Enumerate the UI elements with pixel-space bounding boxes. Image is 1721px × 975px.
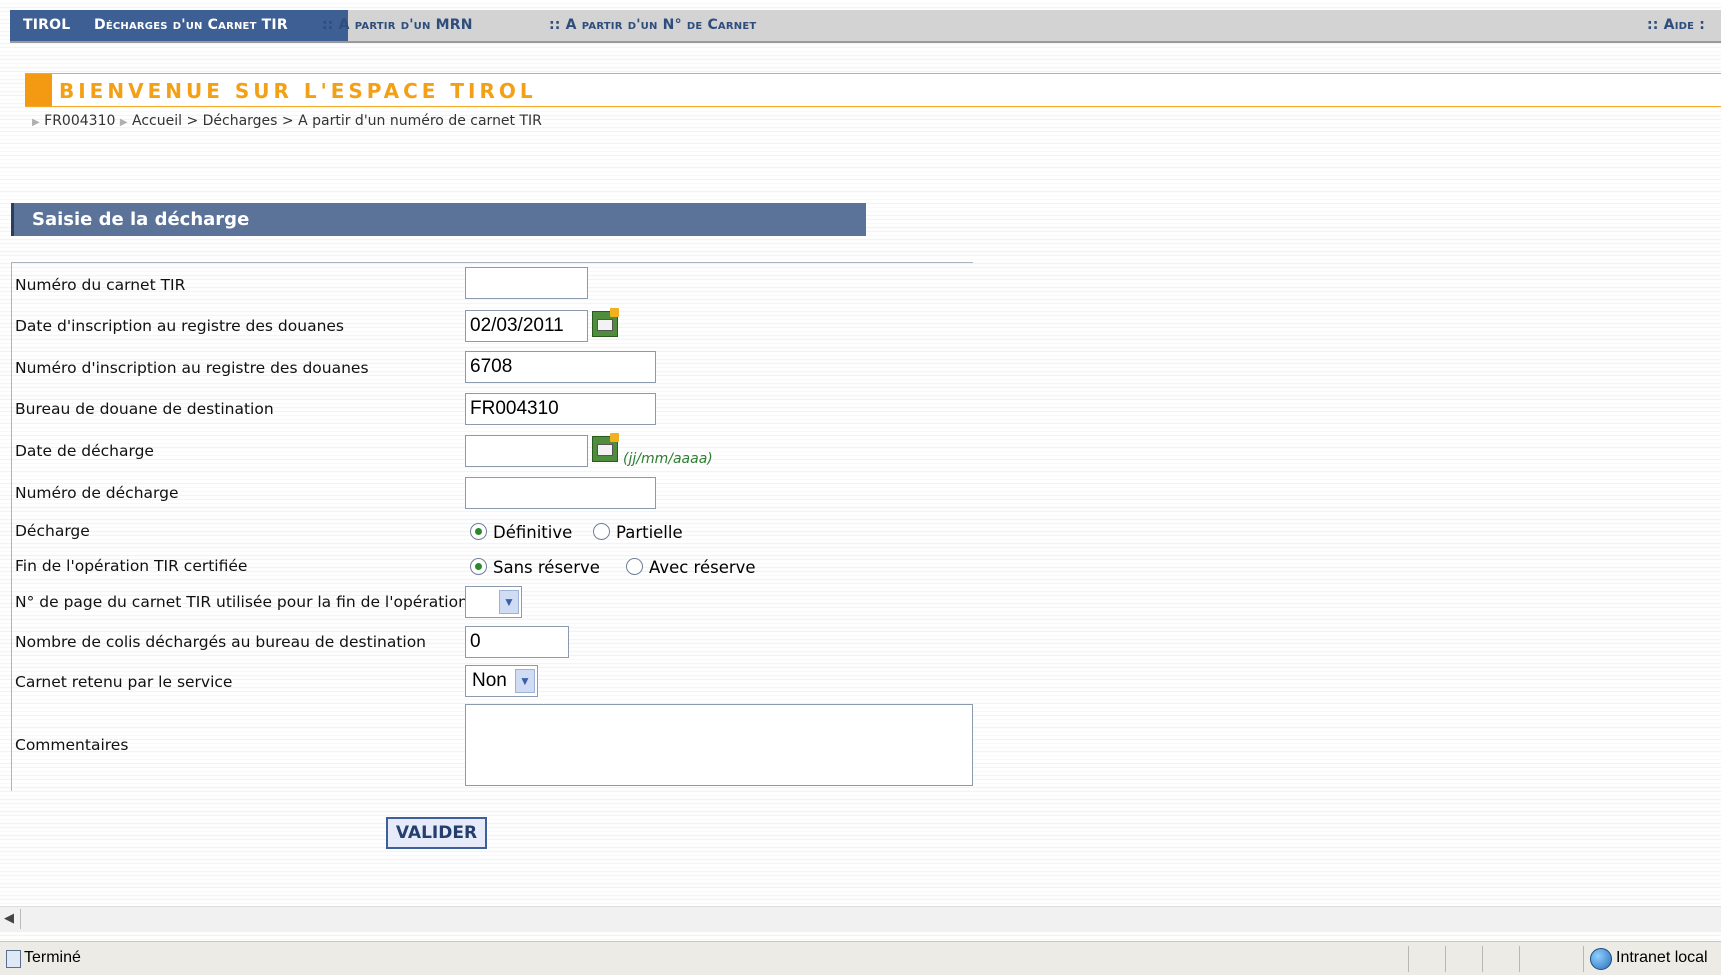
horizontal-scrollbar[interactable]: ◀	[0, 906, 1721, 932]
scroll-left-icon[interactable]: ◀	[4, 911, 14, 926]
carnet-label: Numéro du carnet TIR	[15, 276, 186, 294]
radio-checked-icon[interactable]	[470, 558, 487, 575]
date-decharge-input[interactable]	[465, 435, 588, 467]
status-divider	[1482, 946, 1483, 972]
menu-link-mrn[interactable]: :: A partir d'un MRN	[322, 17, 473, 33]
carnet-retenu-value: Non	[472, 670, 507, 691]
date-inscription-label: Date d'inscription au registre des douan…	[15, 317, 345, 335]
num-decharge-label: Numéro de décharge	[15, 484, 179, 502]
num-inscription-label: Numéro d'inscription au registre des dou…	[15, 359, 369, 377]
radio-unchecked-icon[interactable]	[626, 558, 643, 575]
colis-label: Nombre de colis déchargés au bureau de d…	[15, 633, 427, 651]
calendar-icon[interactable]	[592, 308, 619, 337]
menu-link-aide[interactable]: :: Aide :	[1647, 17, 1705, 33]
fin-operation-label: Fin de l'opération TIR certifiée	[15, 557, 248, 575]
decharge-type-label: Décharge	[15, 522, 90, 540]
carnet-retenu-select[interactable]: Non ▼	[465, 665, 538, 697]
menu-decharges-carnet[interactable]: Décharges d'un Carnet TIR	[94, 17, 288, 33]
valider-button[interactable]: VALIDER	[386, 817, 487, 849]
page-carnet-select[interactable]: ▼	[465, 586, 522, 618]
section-header: Saisie de la décharge	[11, 203, 866, 236]
carnet-retenu-label: Carnet retenu par le service	[15, 673, 233, 691]
decharge-form: Numéro du carnet TIR Date d'inscription …	[11, 262, 973, 791]
colis-input[interactable]: 0	[465, 626, 569, 658]
carnet-input[interactable]	[465, 267, 588, 299]
status-divider	[1583, 946, 1584, 972]
status-divider	[1519, 946, 1520, 972]
welcome-title: BIENVENUE SUR L'ESPACE TIROL	[59, 79, 537, 103]
num-decharge-input[interactable]	[465, 477, 656, 509]
banner-accent-block	[25, 74, 52, 106]
page-icon	[6, 950, 21, 968]
status-text: Terminé	[24, 949, 81, 966]
chevron-down-icon[interactable]: ▼	[499, 590, 519, 614]
chevron-down-icon[interactable]: ▼	[515, 669, 535, 693]
scroll-track[interactable]	[20, 909, 21, 929]
radio-checked-icon[interactable]	[470, 523, 487, 540]
radio-partielle[interactable]: Partielle	[593, 523, 683, 542]
commentaires-label: Commentaires	[15, 736, 129, 754]
radio-avec-reserve-label: Avec réserve	[649, 558, 756, 577]
breadcrumb-arrow-icon: ▶	[32, 117, 40, 128]
security-zone: Intranet local	[1616, 949, 1708, 966]
bureau-input[interactable]: FR004310	[465, 393, 656, 425]
breadcrumb-office[interactable]: FR004310	[44, 113, 115, 129]
status-divider	[1445, 946, 1446, 972]
radio-sans-reserve-label: Sans réserve	[493, 558, 600, 577]
date-format-hint: (jj/mm/aaaa)	[623, 451, 713, 467]
welcome-banner: BIENVENUE SUR L'ESPACE TIROL	[25, 73, 1721, 107]
breadcrumb: ▶ FR004310 ▶ Accueil > Décharges > A par…	[32, 113, 542, 129]
bureau-label: Bureau de douane de destination	[15, 400, 274, 418]
date-inscription-input[interactable]: 02/03/2011	[465, 310, 588, 342]
globe-icon	[1590, 948, 1612, 970]
browser-status-bar: Terminé Intranet local	[0, 941, 1721, 975]
top-menu-bar: TIROL Décharges d'un Carnet TIR :: A par…	[10, 10, 1721, 43]
section-title: Saisie de la décharge	[32, 209, 250, 230]
radio-partielle-label: Partielle	[616, 523, 683, 542]
num-inscription-input[interactable]: 6708	[465, 351, 656, 383]
page-carnet-label: N° de page du carnet TIR utilisée pour l…	[15, 593, 468, 611]
menu-link-numero-carnet[interactable]: :: A partir d'un N° de Carnet	[549, 17, 756, 33]
breadcrumb-path[interactable]: Accueil > Décharges > A partir d'un numé…	[132, 113, 542, 129]
status-divider	[1408, 946, 1409, 972]
calendar-icon[interactable]	[592, 433, 619, 462]
menu-app-tirol[interactable]: TIROL	[23, 17, 70, 33]
radio-definitive-label: Définitive	[493, 523, 573, 542]
radio-unchecked-icon[interactable]	[593, 523, 610, 540]
date-decharge-label: Date de décharge	[15, 442, 154, 460]
breadcrumb-arrow-icon: ▶	[119, 117, 128, 128]
radio-definitive[interactable]: Définitive	[470, 523, 572, 542]
commentaires-textarea[interactable]	[465, 704, 973, 786]
radio-avec-reserve[interactable]: Avec réserve	[626, 558, 756, 577]
radio-sans-reserve[interactable]: Sans réserve	[470, 558, 600, 577]
